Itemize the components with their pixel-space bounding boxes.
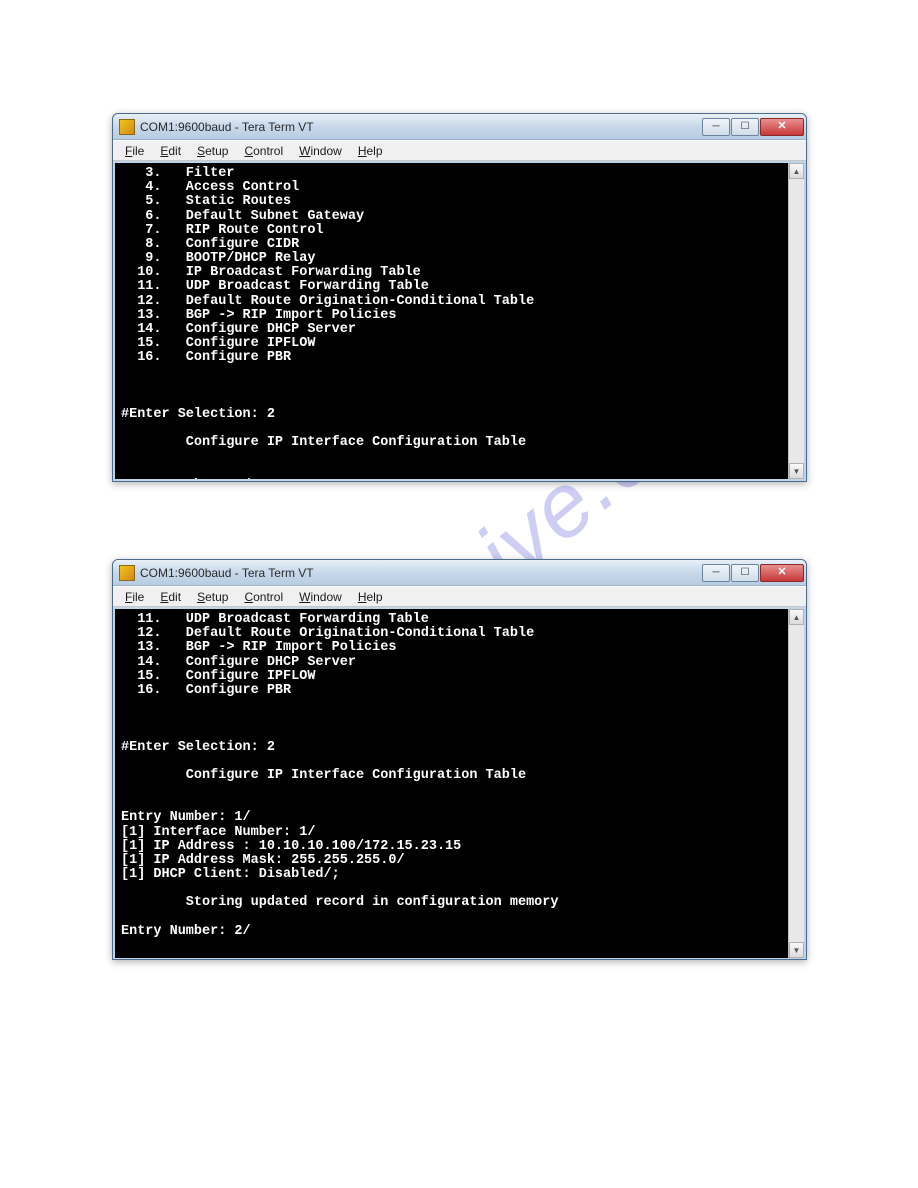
menu-file[interactable]: File — [117, 142, 152, 160]
terminal-output[interactable]: 11. UDP Broadcast Forwarding Table 12. D… — [115, 609, 788, 958]
minimize-button[interactable]: ─ — [702, 564, 730, 582]
scroll-track[interactable] — [789, 625, 804, 942]
app-icon — [119, 119, 135, 135]
window-controls: ─ ☐ ✕ — [702, 564, 804, 582]
close-button[interactable]: ✕ — [760, 118, 804, 136]
scrollbar[interactable]: ▲ ▼ — [788, 163, 804, 479]
scroll-down-button[interactable]: ▼ — [789, 942, 804, 958]
menubar: File Edit Setup Control Window Help — [113, 140, 806, 161]
scroll-up-button[interactable]: ▲ — [789, 163, 804, 179]
terminal-window-2: COM1:9600baud - Tera Term VT ─ ☐ ✕ File … — [112, 559, 807, 960]
menu-edit[interactable]: Edit — [152, 142, 189, 160]
maximize-button[interactable]: ☐ — [731, 564, 759, 582]
maximize-button[interactable]: ☐ — [731, 118, 759, 136]
menu-window[interactable]: Window — [291, 588, 350, 606]
menubar: File Edit Setup Control Window Help — [113, 586, 806, 607]
window-title: COM1:9600baud - Tera Term VT — [140, 120, 702, 134]
minimize-button[interactable]: ─ — [702, 118, 730, 136]
scroll-track[interactable] — [789, 179, 804, 463]
scroll-down-button[interactable]: ▼ — [789, 463, 804, 479]
window-controls: ─ ☐ ✕ — [702, 118, 804, 136]
maximize-icon: ☐ — [741, 568, 750, 578]
menu-window[interactable]: Window — [291, 142, 350, 160]
terminal-area: 11. UDP Broadcast Forwarding Table 12. D… — [115, 609, 804, 958]
menu-setup[interactable]: Setup — [189, 142, 236, 160]
scrollbar[interactable]: ▲ ▼ — [788, 609, 804, 958]
minimize-icon: ─ — [712, 122, 719, 132]
scroll-up-button[interactable]: ▲ — [789, 609, 804, 625]
titlebar[interactable]: COM1:9600baud - Tera Term VT ─ ☐ ✕ — [113, 560, 806, 586]
close-icon: ✕ — [777, 567, 786, 578]
app-icon — [119, 565, 135, 581]
menu-help[interactable]: Help — [350, 588, 391, 606]
terminal-window-1: COM1:9600baud - Tera Term VT ─ ☐ ✕ File … — [112, 113, 807, 482]
terminal-area: 3. Filter 4. Access Control 5. Static Ro… — [115, 163, 804, 479]
close-icon: ✕ — [777, 121, 786, 132]
menu-edit[interactable]: Edit — [152, 588, 189, 606]
menu-control[interactable]: Control — [236, 142, 291, 160]
window-title: COM1:9600baud - Tera Term VT — [140, 566, 702, 580]
maximize-icon: ☐ — [741, 122, 750, 132]
terminal-output[interactable]: 3. Filter 4. Access Control 5. Static Ro… — [115, 163, 788, 479]
close-button[interactable]: ✕ — [760, 564, 804, 582]
menu-file[interactable]: File — [117, 588, 152, 606]
menu-setup[interactable]: Setup — [189, 588, 236, 606]
menu-control[interactable]: Control — [236, 588, 291, 606]
menu-help[interactable]: Help — [350, 142, 391, 160]
titlebar[interactable]: COM1:9600baud - Tera Term VT ─ ☐ ✕ — [113, 114, 806, 140]
minimize-icon: ─ — [712, 568, 719, 578]
